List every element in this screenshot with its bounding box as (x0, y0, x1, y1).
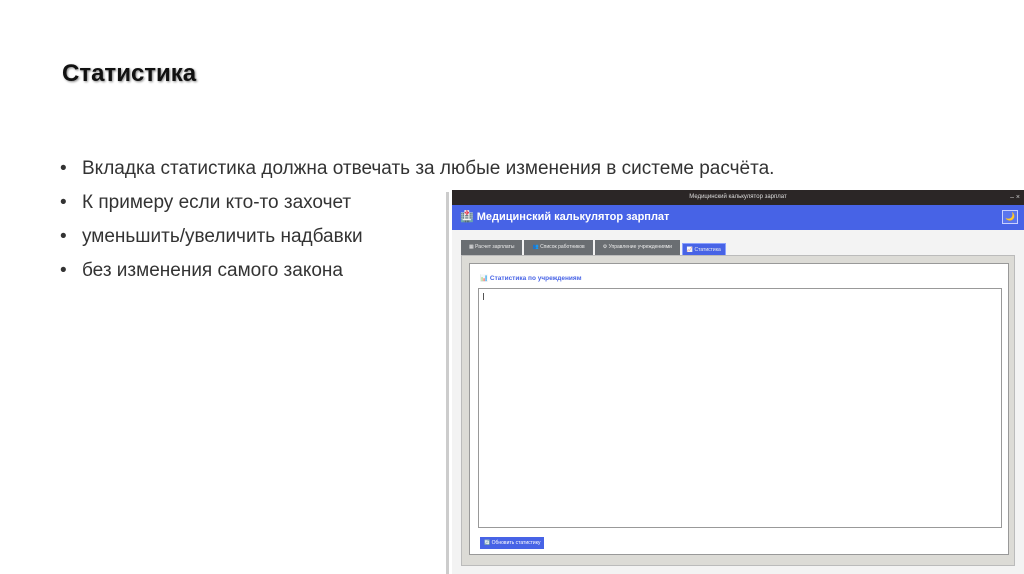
app-header: 🏥 Медицинский калькулятор зарплат 🌙 (452, 205, 1024, 230)
text-caret (483, 293, 484, 300)
tab-salary[interactable]: ▦ Расчет зарплаты (461, 240, 523, 255)
stats-group: 📊 Статистика по учреждениям 🔄 Обновить с… (469, 263, 1009, 555)
window-titlebar: Медицинский калькулятор зарплат – × (452, 190, 1024, 205)
stats-textarea[interactable] (478, 288, 1002, 528)
divider (446, 192, 449, 574)
tab-panel: 📊 Статистика по учреждениям 🔄 Обновить с… (461, 255, 1015, 566)
window-controls[interactable]: – × (1010, 190, 1020, 205)
moon-icon[interactable]: 🌙 (1002, 210, 1018, 224)
bullet: Вкладка статистика должна отвечать за лю… (60, 152, 774, 186)
app-window: Медицинский калькулятор зарплат – × 🏥 Мед… (452, 190, 1024, 574)
window-title: Медицинский калькулятор зарплат (689, 194, 787, 200)
refresh-stats-button[interactable]: 🔄 Обновить статистику (480, 537, 545, 549)
tab-workers[interactable]: 👥 Список работников (524, 240, 593, 255)
tab-bar: ▦ Расчет зарплаты 👥 Список работников ⚙ … (461, 240, 726, 256)
section-title: 📊 Статистика по учреждениям (480, 275, 582, 282)
slide-title: Статистика (62, 60, 197, 87)
tab-institutions[interactable]: ⚙ Управление учреждениями (594, 240, 680, 255)
app-title: 🏥 Медицинский калькулятор зарплат (460, 211, 670, 223)
